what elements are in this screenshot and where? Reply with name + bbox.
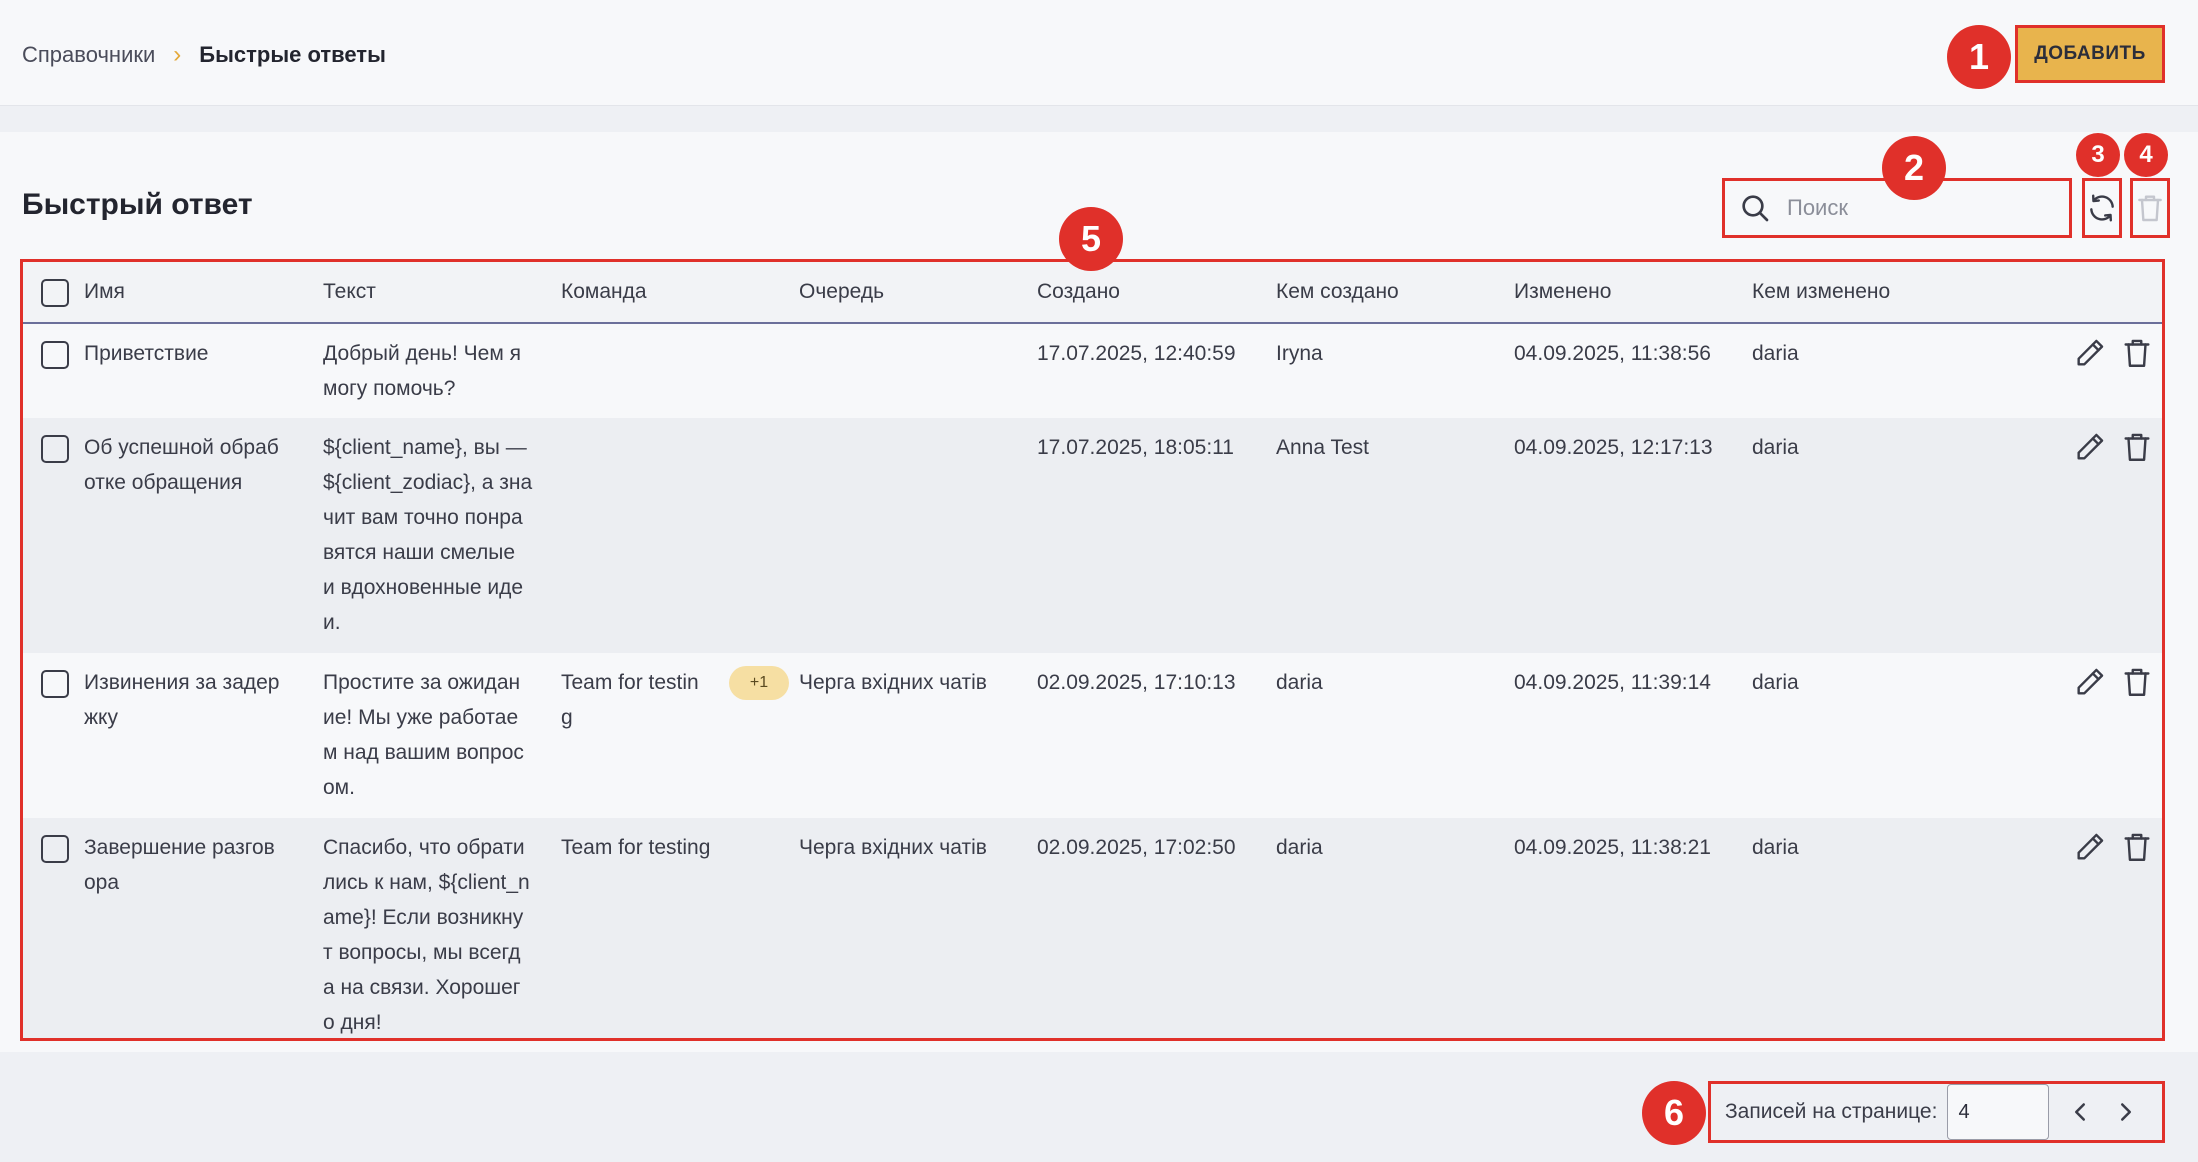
cell-name: Об успешной обраб отке обращения: [84, 436, 279, 494]
refresh-icon: [2090, 194, 2114, 222]
trash-icon: [2138, 195, 2162, 222]
search-icon: [1742, 195, 1769, 222]
refresh-button[interactable]: [2082, 178, 2122, 238]
add-button[interactable]: ДОБАВИТЬ: [2015, 25, 2165, 83]
table-row[interactable]: Приветствие Добрый день! Чем я могу помо…: [23, 324, 2162, 418]
column-header-team[interactable]: Команда: [561, 280, 647, 304]
cell-name: Извинения за задер жку: [84, 671, 280, 729]
page-size-label: Записей на странице:: [1725, 1100, 1938, 1123]
select-all-checkbox[interactable]: [41, 279, 69, 307]
marker-4: 4: [2124, 133, 2168, 177]
marker-3: 3: [2076, 133, 2120, 177]
edit-button[interactable]: [2073, 430, 2107, 464]
trash-icon: [2124, 339, 2150, 367]
pencil-icon: [2077, 339, 2104, 366]
cell-modified-by: daria: [1752, 836, 1799, 859]
cell-text: Спасибо, что обрати лись к нам, ${client…: [323, 836, 530, 1034]
cell-created: 17.07.2025, 18:05:11: [1037, 436, 1234, 459]
trash-icon: [2124, 668, 2150, 696]
team-more-chip[interactable]: +1: [729, 666, 789, 700]
cell-created: 17.07.2025, 12:40:59: [1037, 342, 1236, 365]
chevron-right-icon: [2121, 1103, 2132, 1121]
row-checkbox[interactable]: [41, 341, 69, 369]
cell-name: Приветствие: [84, 342, 209, 365]
cell-modified-by: daria: [1752, 436, 1799, 459]
pencil-icon: [2077, 668, 2104, 695]
table-row[interactable]: Об успешной обраб отке обращения ${clien…: [23, 418, 2162, 653]
cell-created-by: daria: [1276, 836, 1323, 859]
marker-2: 2: [1882, 136, 1946, 200]
quick-replies-table: Имя Текст Команда Очередь Создано Кем со…: [20, 259, 2165, 1041]
cell-modified-by: daria: [1752, 671, 1799, 694]
marker-6: 6: [1642, 1081, 1706, 1145]
cell-created-by: Anna Test: [1276, 436, 1370, 459]
bulk-delete-button[interactable]: [2130, 178, 2170, 238]
page-size-input[interactable]: 4: [1947, 1084, 2050, 1140]
column-header-name[interactable]: Имя: [84, 280, 125, 304]
pencil-icon: [2077, 833, 2104, 860]
cell-text: Простите за ожидан ие! Мы уже работае м …: [323, 671, 524, 799]
cell-modified: 04.09.2025, 11:38:56: [1514, 342, 1711, 365]
trash-icon: [2124, 833, 2150, 861]
cell-created-by: daria: [1276, 671, 1323, 694]
cell-created: 02.09.2025, 17:10:13: [1037, 671, 1236, 694]
card-title: Быстрый ответ: [22, 188, 253, 221]
row-checkbox[interactable]: [41, 670, 69, 698]
cell-modified-by: daria: [1752, 342, 1799, 365]
cell-modified: 04.09.2025, 11:39:14: [1514, 671, 1711, 694]
cell-name: Завершение разгов ора: [84, 836, 275, 894]
cell-created: 02.09.2025, 17:02:50: [1037, 836, 1236, 859]
column-header-modified-by[interactable]: Кем изменено: [1752, 280, 1890, 304]
column-header-queue[interactable]: Очередь: [799, 280, 884, 304]
cell-text: Добрый день! Чем я могу помочь?: [323, 342, 521, 400]
breadcrumb-current: Быстрые ответы: [199, 42, 386, 67]
breadcrumb: Справочники › Быстрые ответы: [22, 40, 386, 70]
delete-button[interactable]: [2120, 665, 2154, 699]
marker-5: 5: [1059, 207, 1123, 271]
trash-icon: [2124, 433, 2150, 461]
marker-1: 1: [1947, 25, 2011, 89]
row-checkbox[interactable]: [41, 835, 69, 863]
pencil-icon: [2077, 433, 2104, 460]
column-header-modified[interactable]: Изменено: [1514, 280, 1611, 304]
page-header: Справочники › Быстрые ответы ДОБАВИТЬ: [0, 0, 2198, 106]
cell-team: Team for testin g: [561, 671, 699, 729]
table-row[interactable]: Завершение разгов ора Спасибо, что обрат…: [23, 818, 2162, 1038]
edit-button[interactable]: [2073, 336, 2107, 370]
delete-button[interactable]: [2120, 830, 2154, 864]
cell-team: Team for testing: [561, 836, 711, 859]
row-checkbox[interactable]: [41, 435, 69, 463]
delete-button[interactable]: [2120, 336, 2154, 370]
table-row[interactable]: Извинения за задер жку Простите за ожида…: [23, 653, 2162, 818]
column-header-created-by[interactable]: Кем создано: [1276, 280, 1399, 304]
next-page-button[interactable]: [2111, 1097, 2141, 1127]
cell-text: ${client_name}, вы — ${client_zodiac}, а…: [323, 436, 533, 634]
cell-queue: Черга вхідних чатів: [799, 836, 987, 859]
breadcrumb-separator: ›: [173, 41, 182, 68]
column-header-text[interactable]: Текст: [323, 280, 376, 304]
column-header-created[interactable]: Создано: [1037, 280, 1120, 304]
breadcrumb-parent[interactable]: Справочники: [22, 42, 155, 68]
cell-created-by: Iryna: [1276, 342, 1323, 365]
quick-replies-card: Быстрый ответ Имя Текст Команда Очередь …: [0, 132, 2198, 1052]
chevron-left-icon: [2075, 1103, 2086, 1121]
edit-button[interactable]: [2073, 665, 2107, 699]
cell-queue: Черга вхідних чатів: [799, 671, 987, 694]
cell-modified: 04.09.2025, 11:38:21: [1514, 836, 1711, 859]
prev-page-button[interactable]: [2065, 1097, 2095, 1127]
delete-button[interactable]: [2120, 430, 2154, 464]
cell-modified: 04.09.2025, 12:17:13: [1514, 436, 1713, 459]
edit-button[interactable]: [2073, 830, 2107, 864]
table-header: Имя Текст Команда Очередь Создано Кем со…: [23, 262, 2162, 324]
pagination: Записей на странице: 4: [1708, 1081, 2165, 1143]
